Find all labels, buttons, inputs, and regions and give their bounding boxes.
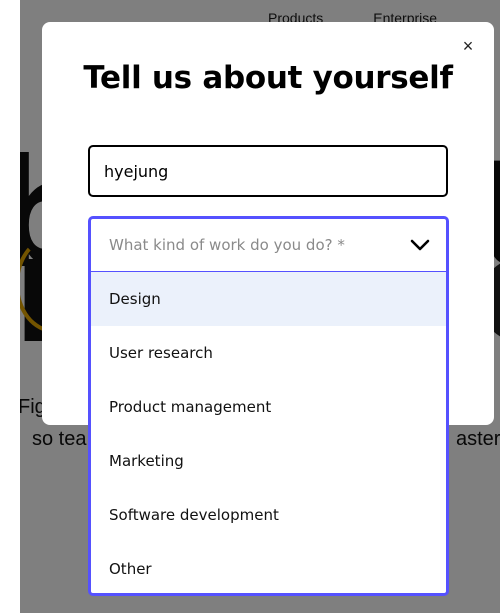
option-product-management[interactable]: Product management bbox=[91, 380, 446, 434]
name-input[interactable] bbox=[88, 145, 448, 197]
chevron-down-icon[interactable] bbox=[410, 238, 430, 252]
option-software-development[interactable]: Software development bbox=[91, 488, 446, 542]
close-icon[interactable]: × bbox=[458, 36, 478, 56]
work-type-dropdown[interactable]: What kind of work do you do? * Design Us… bbox=[88, 216, 449, 596]
work-type-select[interactable]: What kind of work do you do? * bbox=[91, 219, 446, 272]
modal-title: Tell us about yourself bbox=[83, 60, 453, 96]
option-design[interactable]: Design bbox=[91, 272, 446, 326]
work-type-placeholder: What kind of work do you do? * bbox=[109, 236, 345, 254]
option-marketing[interactable]: Marketing bbox=[91, 434, 446, 488]
option-user-research[interactable]: User research bbox=[91, 326, 446, 380]
option-other[interactable]: Other bbox=[91, 542, 446, 593]
